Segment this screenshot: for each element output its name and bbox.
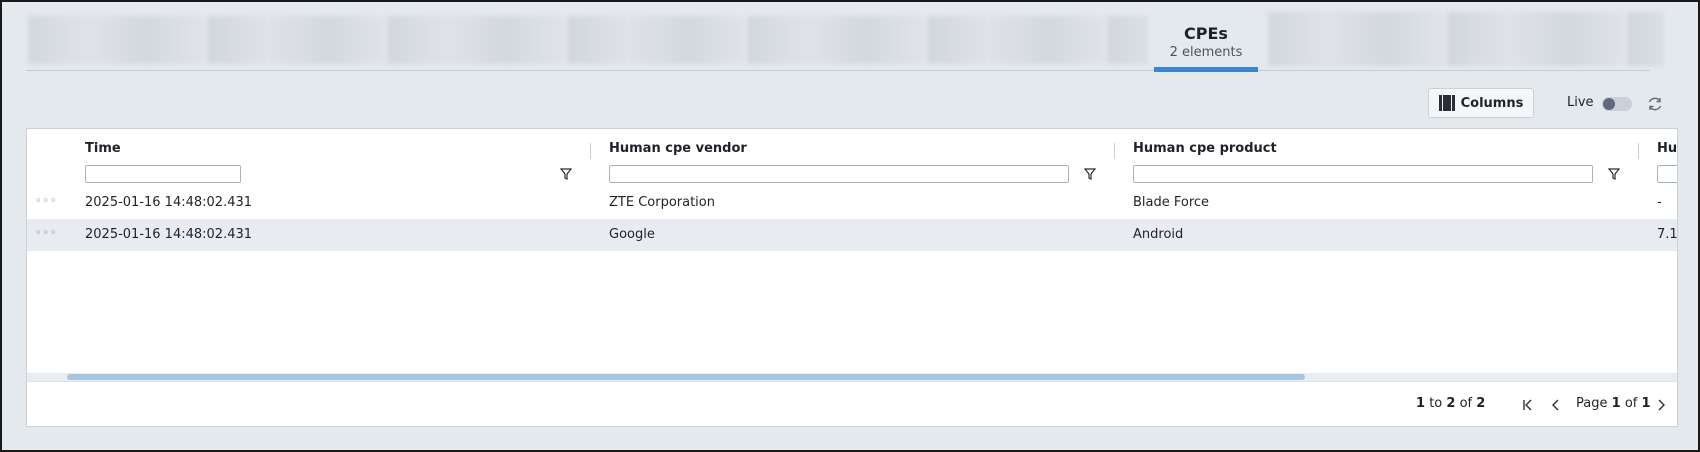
cell-time: 2025-01-16 14:48:02.431 [85,227,253,242]
column-resize-handle[interactable] [1114,143,1115,159]
tab-subtitle: 2 elements [1169,45,1243,60]
blurred-tab-area-right [1268,12,1664,66]
previous-page-icon[interactable] [1548,397,1564,413]
header-product[interactable]: Human cpe product [1133,141,1277,156]
cell-time: 2025-01-16 14:48:02.431 [85,195,253,210]
cell-product: Blade Force [1133,195,1210,210]
columns-button[interactable]: Columns [1428,88,1534,118]
column-resize-handle[interactable] [590,143,591,159]
cell-version: - [1657,195,1662,210]
live-toggle[interactable] [1602,97,1632,111]
filter-icon[interactable] [1607,167,1621,181]
table-row[interactable]: ◦◦◦ 2025-01-16 14:48:02.431 Google Andro… [27,219,1678,251]
cell-product: Android [1133,227,1184,242]
vendor-filter-input[interactable] [609,165,1069,183]
tab-strip-divider [26,70,1650,71]
tab-active-indicator [1154,67,1258,72]
first-page-icon[interactable] [1520,397,1536,413]
columns-icon [1438,95,1455,111]
row-count-summary: 1 to 2 of 2 [1416,396,1486,411]
product-filter-input[interactable] [1133,165,1593,183]
cell-vendor: ZTE Corporation [609,195,715,210]
live-toggle-knob [1603,98,1615,110]
column-resize-handle[interactable] [1638,143,1639,159]
time-filter-input[interactable] [85,165,241,183]
cell-vendor: Google [609,227,655,242]
tab-cpes[interactable]: CPEs 2 elements [1154,20,1258,70]
next-page-icon[interactable] [1653,397,1669,413]
app-frame: CPEs 2 elements Columns Live Time Human … [0,0,1700,452]
table-row[interactable]: ◦◦◦ 2025-01-16 14:48:02.431 ZTE Corporat… [27,187,1677,219]
data-grid: Time Human cpe vendor Human cpe product … [26,128,1678,427]
row-actions-icon[interactable]: ◦◦◦ [35,194,57,207]
columns-button-label: Columns [1460,95,1524,111]
grid-footer-divider [27,381,1677,382]
filter-icon[interactable] [1083,167,1097,181]
page-indicator: Page 1 of 1 [1576,396,1651,411]
version-filter-input[interactable] [1657,165,1677,183]
header-version[interactable]: Hu [1657,141,1677,156]
horizontal-scrollbar-thumb[interactable] [67,374,1305,380]
header-vendor[interactable]: Human cpe vendor [609,141,747,156]
tab-title: CPEs [1184,24,1228,43]
refresh-icon[interactable] [1646,95,1664,113]
filter-icon[interactable] [559,167,573,181]
header-time[interactable]: Time [85,141,121,156]
row-actions-icon[interactable]: ◦◦◦ [35,226,57,239]
cell-version: 7.1.1 [1657,227,1678,242]
live-label: Live [1567,95,1594,110]
blurred-tab-area [28,16,1148,64]
